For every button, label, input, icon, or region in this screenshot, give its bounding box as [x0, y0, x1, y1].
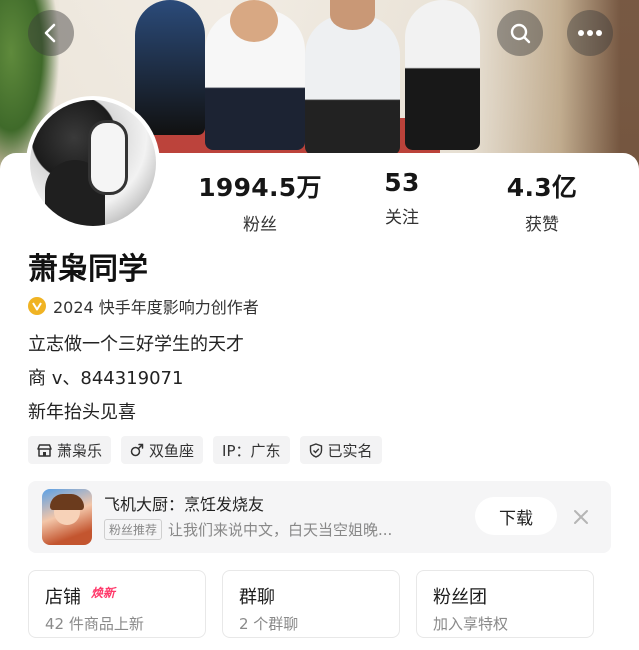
card-shop[interactable]: 店铺 焕新 42 件商品上新: [28, 570, 206, 638]
new-badge: 焕新: [91, 586, 116, 600]
stat-value: 4.3亿: [506, 173, 578, 202]
bio-line: 新年抬头见喜: [28, 402, 136, 423]
stat-fans[interactable]: 1994.5万 粉丝: [190, 168, 330, 235]
shield-check-icon: [309, 442, 322, 458]
card-subtitle: 加入享特权: [433, 615, 509, 633]
tag-zodiac: 双鱼座: [121, 436, 204, 464]
card-title: 粉丝团: [433, 587, 487, 608]
badge-text: 2024 快手年度影响力创作者: [53, 298, 259, 317]
tag-verified: 已实名: [299, 436, 382, 464]
stat-following[interactable]: 53 关注: [332, 168, 472, 228]
tag-label: IP：广东: [222, 441, 281, 460]
card-group-chat[interactable]: 群聊 2 个群聊: [222, 570, 400, 638]
profile-name: 萧枭同学: [28, 252, 148, 287]
stat-value: 1994.5万: [198, 173, 322, 202]
promo-desc: 让我们来说中文，白天当空姐晚...: [168, 521, 393, 539]
bio-line: 立志做一个三好学生的天才: [28, 334, 244, 355]
shop-icon: [37, 443, 52, 457]
profile-stats: 1994.5万 粉丝 53 关注 4.3亿 获赞: [190, 168, 610, 238]
promo-tag: 粉丝推荐: [104, 519, 163, 540]
promo-title: 飞机大厨：烹饪发烧友: [104, 495, 265, 514]
close-icon[interactable]: [571, 507, 591, 527]
chevron-left-icon: [44, 23, 56, 43]
card-subtitle: 42 件商品上新: [45, 615, 144, 633]
creator-badge[interactable]: 2024 快手年度影响力创作者: [28, 294, 259, 318]
card-title: 群聊: [239, 587, 275, 608]
card-fan-club[interactable]: 粉丝团 加入享特权: [416, 570, 594, 638]
tag-label: 萧枭乐: [57, 441, 103, 460]
back-button[interactable]: [28, 10, 74, 56]
stat-value: 53: [384, 168, 420, 197]
tag-label: 双鱼座: [149, 441, 195, 460]
promo-subtitle: 粉丝推荐 让我们来说中文，白天当空姐晚...: [104, 519, 474, 540]
avatar[interactable]: [26, 96, 160, 230]
bio-line: 商 v、844319071: [28, 368, 184, 389]
card-subtitle: 2 个群聊: [239, 615, 299, 633]
game-promo-card[interactable]: 飞机大厨：烹饪发烧友 粉丝推荐 让我们来说中文，白天当空姐晚... 下载: [28, 481, 611, 553]
card-title: 店铺: [45, 587, 81, 608]
stat-label: 关注: [385, 208, 419, 228]
stat-label: 粉丝: [243, 215, 277, 235]
profile-tags: 萧枭乐 双鱼座 IP：广东 已实名: [28, 436, 392, 464]
verified-v-icon: [28, 297, 46, 315]
game-app-icon: [42, 489, 92, 545]
feature-cards: 店铺 焕新 42 件商品上新 群聊 2 个群聊 粉丝团 加入享特权: [28, 570, 610, 638]
tag-ip: IP：广东: [213, 436, 290, 464]
tag-shop[interactable]: 萧枭乐: [28, 436, 112, 464]
tag-label: 已实名: [327, 441, 373, 460]
stat-likes[interactable]: 4.3亿 获赞: [472, 168, 612, 235]
search-button[interactable]: [497, 10, 543, 56]
download-button[interactable]: 下载: [475, 497, 557, 535]
more-dots-icon: [578, 30, 602, 36]
more-button[interactable]: [567, 10, 613, 56]
search-icon: [510, 23, 531, 44]
male-icon: [130, 443, 144, 457]
stat-label: 获赞: [525, 215, 559, 235]
